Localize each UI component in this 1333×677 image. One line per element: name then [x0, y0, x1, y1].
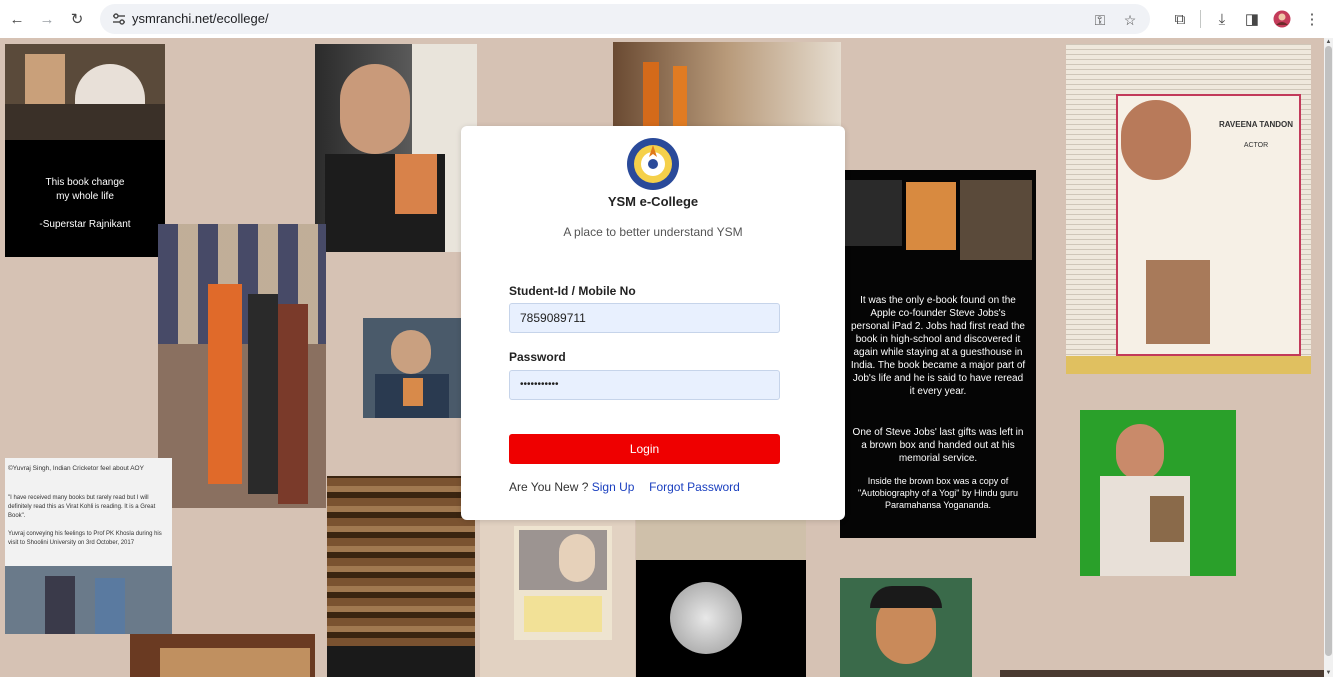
photo-library-books: [327, 476, 475, 646]
forgot-password-link[interactable]: Forgot Password: [649, 480, 740, 494]
newspaper-raveena-tandon: RAVEENA TANDON ACTOR: [1066, 44, 1311, 374]
yuvraj-quote-box: ©Yuvraj Singh, Indian Cricketor feel abo…: [5, 458, 172, 634]
student-id-label: Student-Id / Mobile No: [509, 284, 636, 298]
brand-title: YSM e-College: [607, 194, 699, 209]
bookmark-star-icon[interactable]: ☆: [1122, 12, 1138, 28]
photo-man-with-book: [363, 318, 461, 418]
rajnikant-quote-box: This book change my whole life -Supersta…: [5, 140, 165, 257]
forward-icon[interactable]: →: [36, 8, 58, 30]
browser-toolbar: ← → ↻ ysmranchi.net/ecollege/ ⚿ ☆ ⧉ ⤓ ◨ …: [0, 0, 1333, 38]
downloads-icon[interactable]: ⤓: [1212, 9, 1232, 29]
photo-book-bottom-left: [130, 634, 315, 677]
rajnikant-quote-line2: my whole life: [56, 191, 114, 202]
password-key-icon[interactable]: ⚿: [1092, 12, 1108, 28]
page-scrollbar[interactable]: ▲ ▼: [1324, 38, 1333, 677]
photo-bottom-strip: [1000, 670, 1330, 677]
signup-prompt-line: Are You New ? Sign Up Forgot Password: [509, 480, 740, 494]
password-label: Password: [509, 350, 566, 364]
scroll-down-icon[interactable]: ▼: [1324, 669, 1333, 677]
login-button[interactable]: Login: [509, 434, 780, 464]
yuvraj-quote: "I have received many books but rarely r…: [8, 495, 156, 519]
student-id-input[interactable]: 7859089711: [509, 303, 780, 333]
password-input[interactable]: •••••••••••: [509, 370, 780, 400]
extensions-icon[interactable]: ⧉: [1170, 9, 1190, 29]
jobs-paragraph-3: Inside the brown box was a copy of "Auto…: [857, 476, 1018, 510]
back-icon[interactable]: ←: [6, 8, 28, 30]
jobs-paragraph-1: It was the only e-book found on the Appl…: [850, 295, 1026, 397]
rajnikant-quote-author: -Superstar Rajnikant: [39, 219, 131, 230]
more-menu-icon[interactable]: ⋮: [1302, 9, 1322, 29]
photo-dancer: [840, 578, 972, 677]
photo-faded-bg: [480, 520, 635, 677]
yuvraj-note: Yuvraj conveying his feelings to Prof PK…: [8, 531, 162, 546]
yuvraj-title: ©Yuvraj Singh, Indian Cricketor feel abo…: [8, 465, 144, 472]
scrollbar-thumb[interactable]: [1325, 46, 1332, 656]
photo-people-strip: [636, 520, 806, 560]
scroll-up-icon[interactable]: ▲: [1324, 38, 1333, 46]
toolbar-divider: [1200, 10, 1201, 28]
jobs-paragraph-2: One of Steve Jobs' last gifts was left i…: [852, 427, 1024, 464]
address-bar[interactable]: ysmranchi.net/ecollege/ ⚿ ☆: [100, 4, 1150, 34]
signup-link[interactable]: Sign Up: [592, 480, 635, 494]
raveena-role: ACTOR: [1243, 142, 1269, 149]
login-card: YSM e-College A place to better understa…: [461, 126, 845, 520]
steve-jobs-info-box: It was the only e-book found on the Appl…: [840, 170, 1036, 538]
raveena-name: RAVEENA TANDON: [1218, 120, 1294, 129]
rajnikant-quote-line1: This book change: [45, 177, 125, 188]
profile-avatar[interactable]: [1272, 9, 1292, 29]
photo-dark-strip-1: [327, 646, 475, 677]
photo-rajnikant: [5, 44, 165, 140]
side-panel-icon[interactable]: ◨: [1242, 9, 1262, 29]
brand-tagline: A place to better understand YSM: [563, 225, 743, 239]
url-text[interactable]: ysmranchi.net/ecollege/: [132, 11, 269, 26]
new-user-prompt: Are You New ?: [509, 480, 589, 494]
photo-book-launch: [158, 224, 326, 508]
site-info-icon[interactable]: [112, 12, 126, 26]
photo-man-reading-green: [1080, 410, 1236, 576]
ysm-logo-icon: [627, 138, 679, 190]
photo-ceremony-top: [613, 42, 841, 126]
page-viewport: This book change my whole life -Supersta…: [0, 38, 1333, 677]
reload-icon[interactable]: ↻: [66, 8, 88, 30]
photo-virat-kohli: [315, 44, 477, 252]
